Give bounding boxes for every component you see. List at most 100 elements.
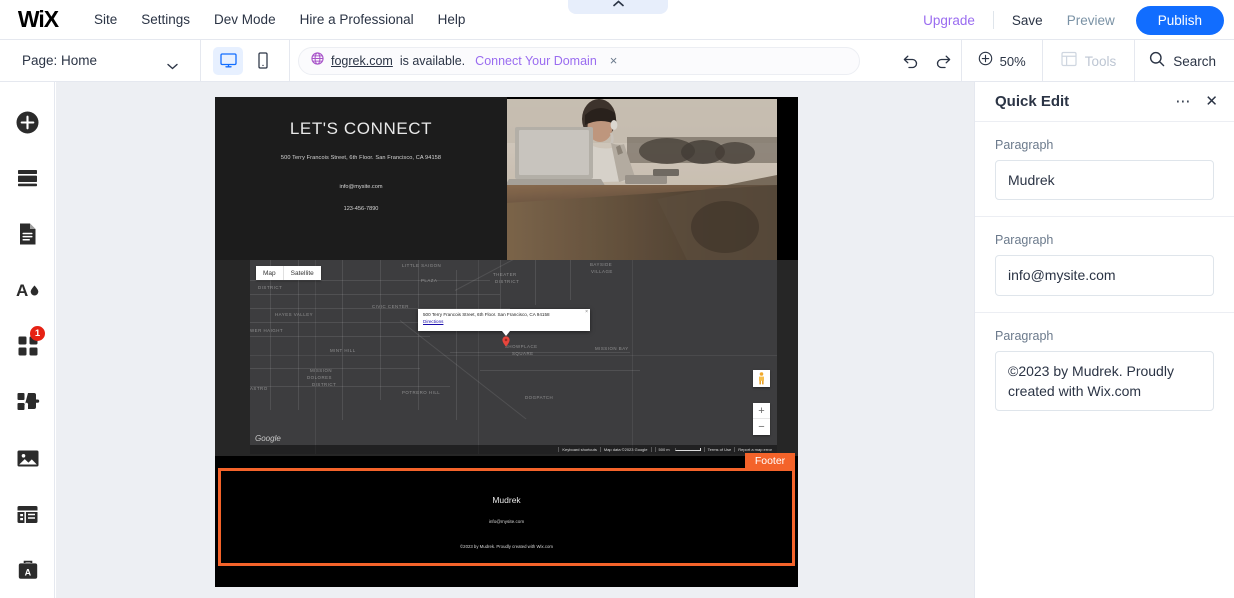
domain-name-link[interactable]: fogrek.com bbox=[331, 54, 393, 68]
image-icon bbox=[17, 450, 38, 466]
zoom-control[interactable]: 50% bbox=[962, 51, 1042, 71]
map-place-label: VILLAGE bbox=[591, 269, 613, 274]
quick-edit-field-2: Paragraph info@mysite.com bbox=[975, 216, 1234, 296]
sidebar-item-business-tools[interactable]: A bbox=[0, 546, 55, 594]
theme-icon: A bbox=[16, 281, 38, 300]
map-report-link[interactable]: Report a map error bbox=[734, 447, 775, 452]
map-section[interactable]: Map Satellite 500 Terry Francois Street,… bbox=[215, 260, 798, 456]
footer-copyright[interactable]: ©2023 by Mudrek. Proudly created with Wi… bbox=[221, 544, 792, 549]
contact-section[interactable]: LET'S CONNECT 500 Terry Francois Street,… bbox=[215, 97, 798, 260]
toolbar-right-actions: 50% Tools Search bbox=[893, 40, 1234, 82]
map-place-label: LITTLE SAIGON bbox=[402, 263, 442, 268]
upgrade-button[interactable]: Upgrade bbox=[912, 7, 986, 34]
field-input-paragraph-2[interactable]: info@mysite.com bbox=[995, 255, 1214, 296]
sidebar-item-site-design[interactable]: A bbox=[0, 266, 55, 314]
wix-logo[interactable]: WiX bbox=[12, 6, 64, 32]
tools-button[interactable]: Tools bbox=[1043, 51, 1135, 72]
mobile-icon bbox=[257, 52, 268, 69]
map-directions-link[interactable]: Directions bbox=[423, 319, 585, 324]
puzzle-icon bbox=[17, 393, 39, 410]
map-info-close-icon[interactable]: × bbox=[585, 309, 588, 315]
footer-section[interactable]: Mudrek info@mysite.com ©2023 by Mudrek. … bbox=[218, 468, 795, 566]
topnav-item-help[interactable]: Help bbox=[426, 6, 478, 33]
field-label-paragraph-3: Paragraph bbox=[995, 328, 1054, 343]
map-data-credit: Map data ©2023 Google bbox=[599, 447, 651, 452]
sidebar-item-pages[interactable] bbox=[0, 210, 55, 258]
undo-button[interactable] bbox=[893, 40, 927, 82]
panel-title: Quick Edit bbox=[995, 93, 1070, 110]
google-map[interactable]: Map Satellite 500 Terry Francois Street,… bbox=[250, 260, 777, 454]
tools-label: Tools bbox=[1084, 53, 1117, 69]
map-place-label: ASTRO bbox=[250, 386, 268, 391]
map-place-label: MINT HILL bbox=[330, 348, 356, 353]
sidebar-item-add-section[interactable] bbox=[0, 154, 55, 202]
top-nav: Site Settings Dev Mode Hire a Profession… bbox=[82, 6, 477, 33]
contact-info-panel: LET'S CONNECT 500 Terry Francois Street,… bbox=[215, 97, 507, 260]
street-view-pegman-button[interactable] bbox=[753, 370, 770, 387]
sidebar-item-content-manager[interactable] bbox=[0, 490, 55, 538]
publish-button[interactable]: Publish bbox=[1135, 5, 1224, 35]
device-mobile-button[interactable] bbox=[247, 47, 277, 75]
map-toggle-map[interactable]: Map bbox=[256, 266, 283, 280]
map-keyboard-shortcuts[interactable]: Keyboard shortcuts bbox=[558, 447, 599, 452]
map-terms-link[interactable]: Terms of Use bbox=[703, 447, 735, 452]
map-place-label: DISTRICT bbox=[495, 279, 520, 284]
footer-site-name[interactable]: Mudrek bbox=[221, 495, 792, 505]
desktop-icon bbox=[219, 53, 237, 68]
chevron-up-icon bbox=[612, 0, 624, 12]
svg-text:A: A bbox=[16, 281, 28, 300]
map-place-label: THEATER bbox=[493, 272, 517, 277]
connect-domain-link[interactable]: Connect Your Domain bbox=[475, 54, 597, 68]
map-info-window[interactable]: 500 Terry Francois Street, 6th Floor. Sa… bbox=[418, 309, 590, 331]
redo-icon bbox=[936, 55, 950, 69]
map-zoom-in-button[interactable]: + bbox=[753, 403, 770, 419]
topnav-item-settings[interactable]: Settings bbox=[129, 6, 202, 33]
map-place-label: CIVIC CENTER bbox=[372, 304, 409, 309]
footer-email[interactable]: info@mysite.com bbox=[221, 519, 792, 524]
topnav-item-site[interactable]: Site bbox=[82, 6, 129, 33]
map-zoom-controls[interactable]: + − bbox=[753, 403, 770, 435]
page-selector[interactable]: Page: Home bbox=[0, 40, 200, 82]
map-place-label: DISTRICT bbox=[258, 285, 283, 290]
left-sidebar: A 1 A bbox=[0, 82, 55, 598]
preview-button[interactable]: Preview bbox=[1056, 7, 1126, 34]
map-marker-pin-icon[interactable] bbox=[502, 336, 510, 347]
device-desktop-button[interactable] bbox=[213, 46, 243, 75]
map-toggle-satellite[interactable]: Satellite bbox=[282, 266, 321, 280]
field-input-paragraph-1[interactable]: Mudrek bbox=[995, 160, 1214, 201]
close-icon[interactable]: × bbox=[610, 54, 618, 67]
contact-heading: LET'S CONNECT bbox=[289, 119, 433, 138]
editor-canvas[interactable]: LET'S CONNECT 500 Terry Francois Street,… bbox=[56, 82, 974, 598]
sidebar-item-add-apps[interactable] bbox=[0, 378, 55, 426]
map-place-label: SQUARE bbox=[512, 351, 534, 356]
quick-edit-header: Quick Edit ⋯ ✕ bbox=[975, 82, 1234, 122]
sidebar-item-add-elements[interactable] bbox=[0, 98, 55, 146]
briefcase-icon: A bbox=[18, 560, 37, 579]
site-preview: LET'S CONNECT 500 Terry Francois Street,… bbox=[215, 97, 798, 587]
topnav-item-dev-mode[interactable]: Dev Mode bbox=[202, 6, 288, 33]
collapse-panel-tab[interactable] bbox=[568, 0, 668, 14]
save-button[interactable]: Save bbox=[1001, 7, 1054, 34]
sidebar-item-apps[interactable]: 1 bbox=[0, 322, 55, 370]
map-place-label: DOLORES bbox=[307, 375, 332, 380]
map-attribution-bar: Keyboard shortcuts Map data ©2023 Google… bbox=[250, 445, 777, 454]
sidebar-item-media[interactable] bbox=[0, 434, 55, 482]
divider bbox=[289, 39, 290, 82]
close-icon[interactable]: ✕ bbox=[1205, 94, 1218, 109]
map-type-toggle[interactable]: Map Satellite bbox=[256, 266, 321, 280]
topnav-item-hire-a-professional[interactable]: Hire a Professional bbox=[288, 6, 426, 33]
redo-button[interactable] bbox=[927, 40, 961, 82]
map-place-label: PLAZA bbox=[421, 278, 438, 283]
device-switcher bbox=[201, 46, 289, 75]
contact-address: 500 Terry Francois Street, 6th Floor. Sa… bbox=[280, 155, 442, 161]
domain-availability-text: is available. bbox=[399, 53, 466, 68]
map-place-label: HAYES VALLEY bbox=[275, 312, 314, 317]
search-button[interactable]: Search bbox=[1135, 51, 1234, 72]
map-place-label: MISSION bbox=[310, 368, 333, 373]
field-label-paragraph-1: Paragraph bbox=[995, 138, 1054, 152]
map-zoom-out-button[interactable]: − bbox=[753, 419, 770, 435]
more-options-icon[interactable]: ⋯ bbox=[1175, 94, 1191, 109]
domain-bar[interactable]: fogrek.com is available. Connect Your Do… bbox=[298, 46, 860, 75]
field-input-paragraph-3[interactable]: ©2023 by Mudrek. Proudly created with Wi… bbox=[995, 350, 1214, 412]
google-logo: Google bbox=[255, 434, 281, 443]
